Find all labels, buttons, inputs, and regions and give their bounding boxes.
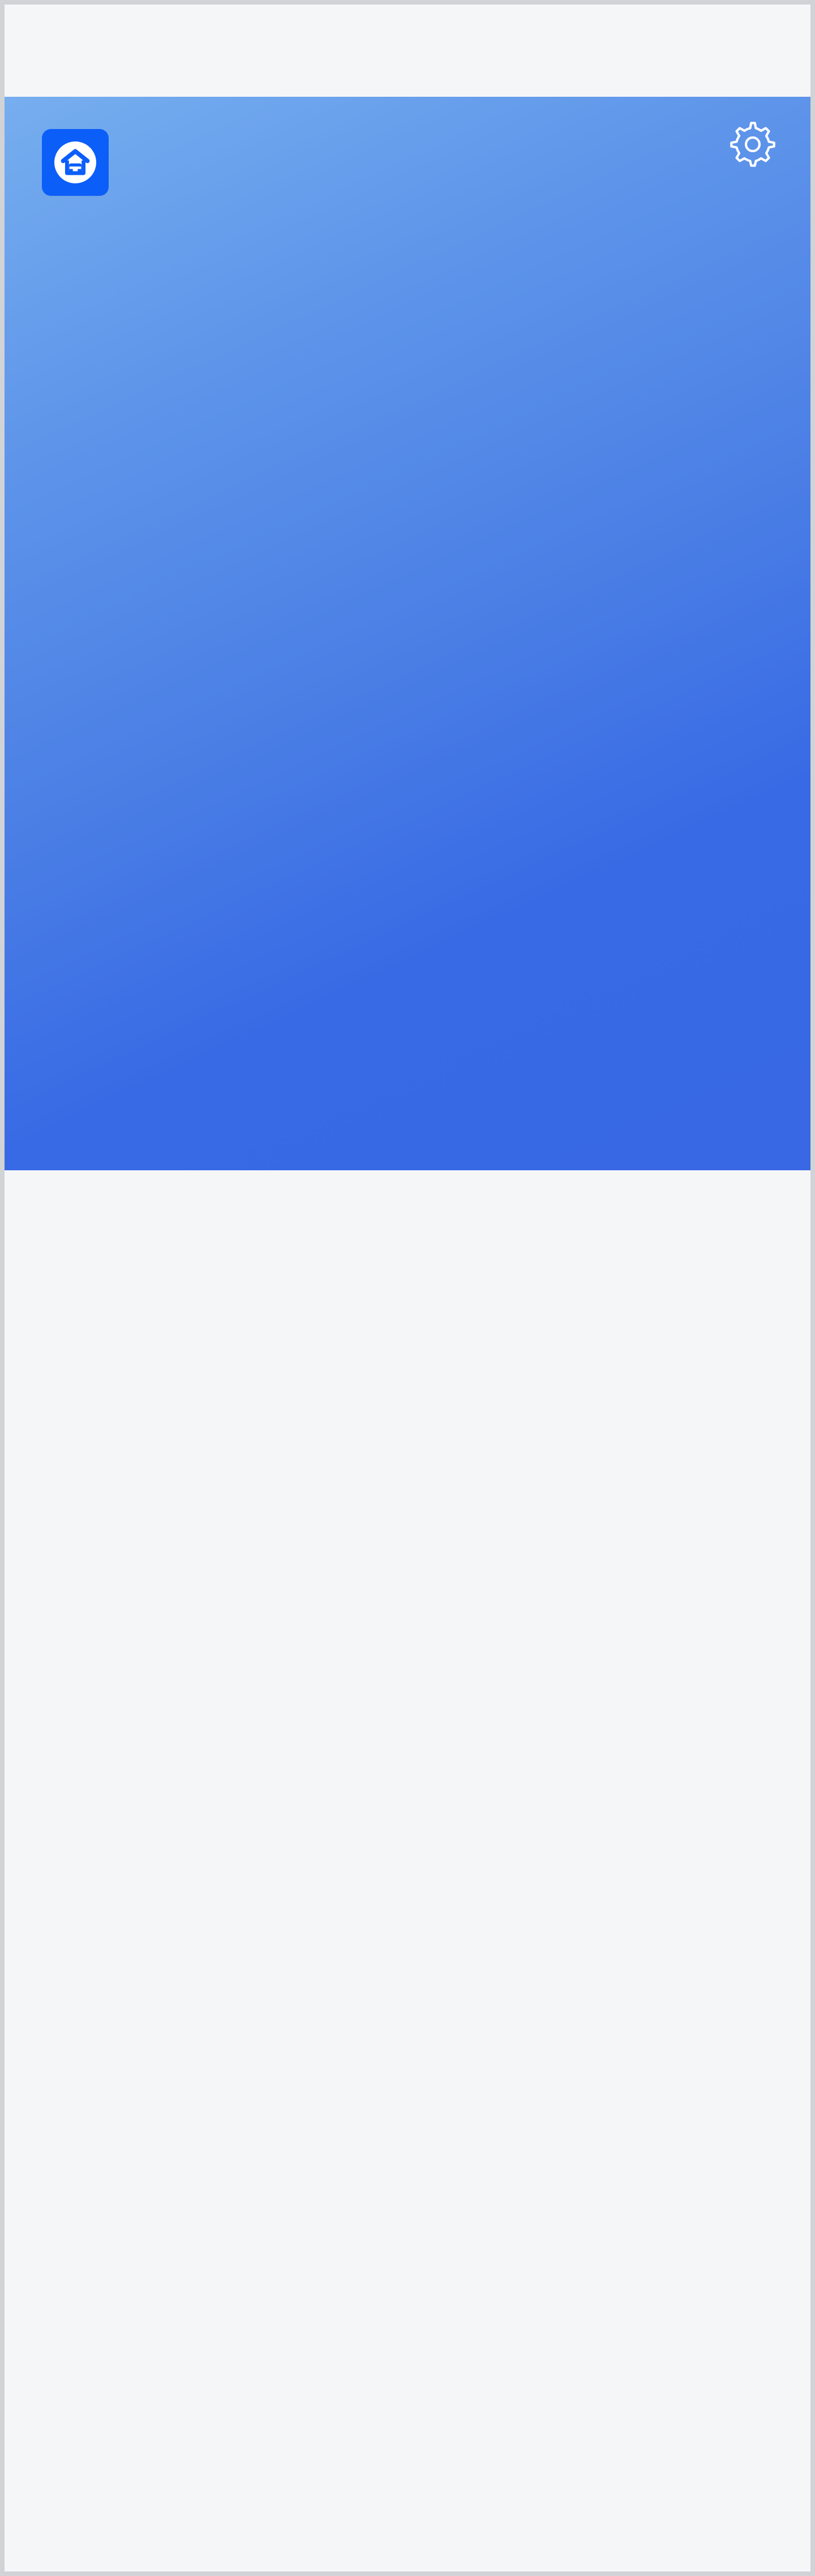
gear-icon[interactable] (727, 118, 779, 170)
app-frame (0, 0, 815, 2576)
top-bar (5, 5, 810, 97)
app-logo[interactable] (42, 129, 109, 196)
hero-banner (5, 97, 810, 1170)
main-content (5, 1170, 810, 2571)
home-logo-icon (54, 141, 96, 183)
